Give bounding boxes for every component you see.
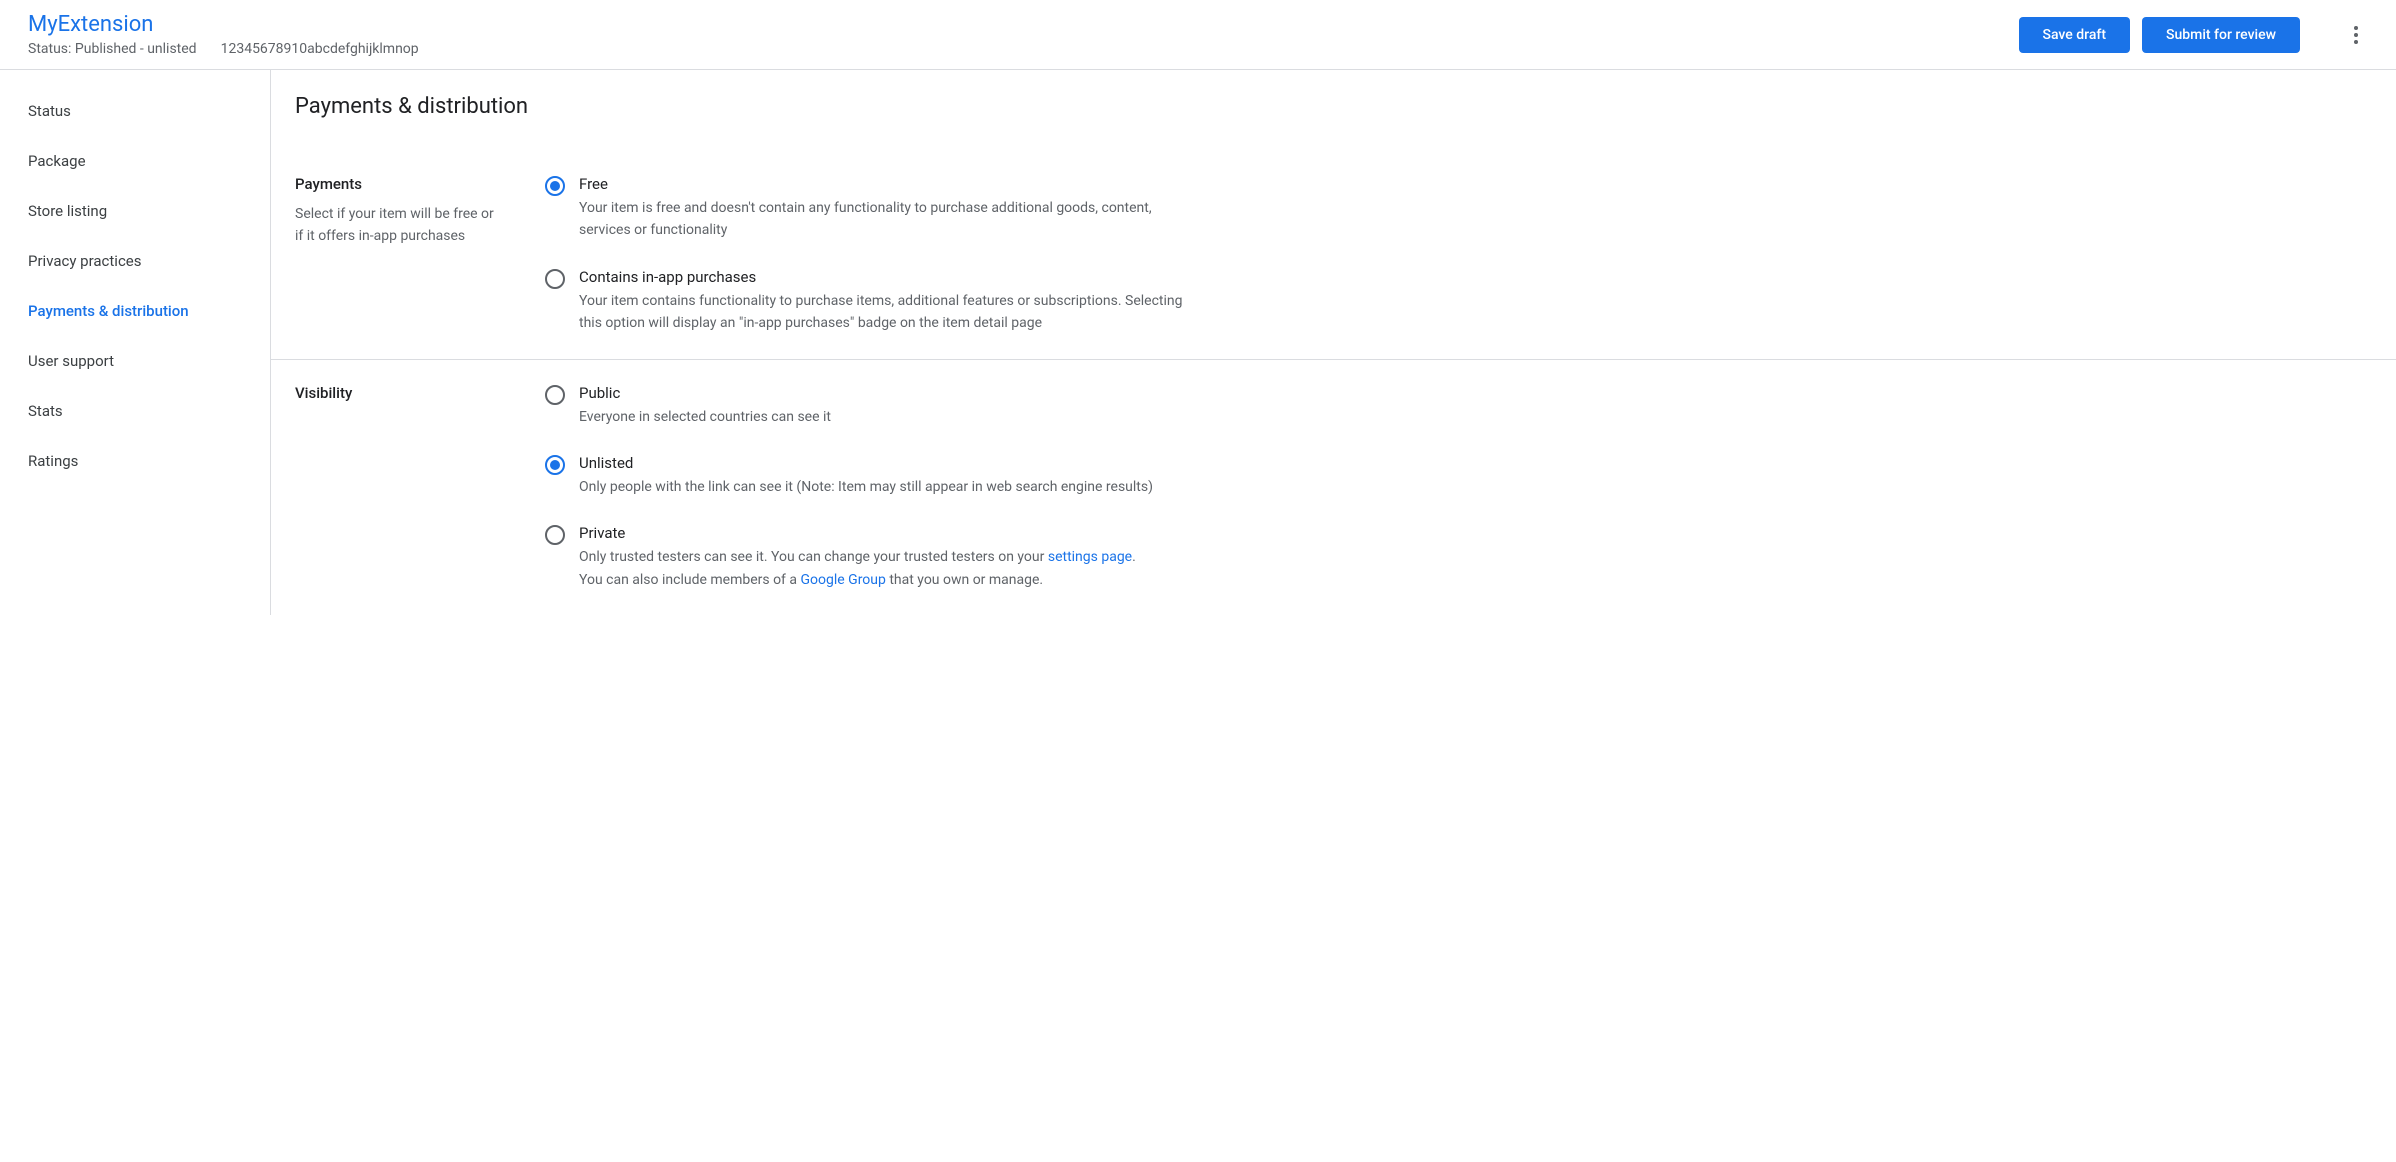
sidebar-item-user-support[interactable]: User support (0, 336, 270, 386)
visibility-option-unlisted[interactable]: Unlisted Only people with the link can s… (545, 454, 1185, 498)
visibility-title: Visibility (295, 384, 495, 402)
visibility-option-public[interactable]: Public Everyone in selected countries ca… (545, 384, 1185, 428)
submit-review-button[interactable]: Submit for review (2142, 17, 2300, 53)
radio-free-desc: Your item is free and doesn't contain an… (579, 197, 1185, 242)
payments-options: Free Your item is free and doesn't conta… (545, 175, 1185, 335)
extension-title[interactable]: MyExtension (28, 12, 419, 37)
header-meta: Status: Published - unlisted 12345678910… (28, 41, 419, 57)
page-header: MyExtension Status: Published - unlisted… (0, 0, 2396, 70)
visibility-option-private[interactable]: Private Only trusted testers can see it.… (545, 524, 1185, 591)
payments-label: Payments Select if your item will be fre… (295, 175, 495, 335)
radio-free-text: Free Your item is free and doesn't conta… (579, 175, 1185, 242)
radio-private[interactable] (545, 525, 565, 545)
main-content: Payments & distribution Payments Select … (270, 70, 2396, 615)
radio-inapp-title: Contains in-app purchases (579, 268, 1185, 286)
payments-title: Payments (295, 175, 495, 193)
sidebar-item-status[interactable]: Status (0, 86, 270, 136)
header-left: MyExtension Status: Published - unlisted… (28, 12, 419, 57)
payments-description: Select if your item will be free or if i… (295, 203, 495, 248)
radio-unlisted-text: Unlisted Only people with the link can s… (579, 454, 1185, 498)
settings-page-link[interactable]: settings page (1048, 549, 1132, 565)
sidebar-item-payments[interactable]: Payments & distribution (0, 286, 270, 336)
header-actions: Save draft Submit for review (2019, 17, 2368, 53)
sidebar-item-privacy[interactable]: Privacy practices (0, 236, 270, 286)
radio-free-title: Free (579, 175, 1185, 193)
radio-public-text: Public Everyone in selected countries ca… (579, 384, 1185, 428)
radio-unlisted-desc: Only people with the link can see it (No… (579, 476, 1185, 498)
radio-inapp[interactable] (545, 269, 565, 289)
visibility-section: Visibility Public Everyone in selected c… (271, 360, 2396, 616)
sidebar-item-package[interactable]: Package (0, 136, 270, 186)
radio-inapp-desc: Your item contains functionality to purc… (579, 290, 1185, 335)
payments-section: Payments Select if your item will be fre… (271, 151, 2396, 360)
save-draft-button[interactable]: Save draft (2019, 17, 2131, 53)
more-options-icon[interactable] (2344, 23, 2368, 47)
status-label: Status: Published - unlisted (28, 41, 197, 57)
radio-inapp-text: Contains in-app purchases Your item cont… (579, 268, 1185, 335)
radio-free[interactable] (545, 176, 565, 196)
radio-unlisted-title: Unlisted (579, 454, 1185, 472)
payment-option-free[interactable]: Free Your item is free and doesn't conta… (545, 175, 1185, 242)
content-wrapper: Status Package Store listing Privacy pra… (0, 70, 2396, 615)
sidebar-item-store-listing[interactable]: Store listing (0, 186, 270, 236)
radio-public-desc: Everyone in selected countries can see i… (579, 406, 1185, 428)
radio-public[interactable] (545, 385, 565, 405)
page-title: Payments & distribution (271, 70, 2396, 151)
radio-public-title: Public (579, 384, 1185, 402)
sidebar-item-ratings[interactable]: Ratings (0, 436, 270, 486)
visibility-label: Visibility (295, 384, 495, 592)
radio-private-text: Private Only trusted testers can see it.… (579, 524, 1185, 591)
sidebar-item-stats[interactable]: Stats (0, 386, 270, 436)
radio-private-title: Private (579, 524, 1185, 542)
radio-private-desc: Only trusted testers can see it. You can… (579, 546, 1185, 591)
google-group-link[interactable]: Google Group (800, 572, 885, 588)
sidebar: Status Package Store listing Privacy pra… (0, 70, 270, 615)
item-id: 12345678910abcdefghijklmnop (221, 41, 419, 57)
visibility-options: Public Everyone in selected countries ca… (545, 384, 1185, 592)
payment-option-inapp[interactable]: Contains in-app purchases Your item cont… (545, 268, 1185, 335)
radio-unlisted[interactable] (545, 455, 565, 475)
